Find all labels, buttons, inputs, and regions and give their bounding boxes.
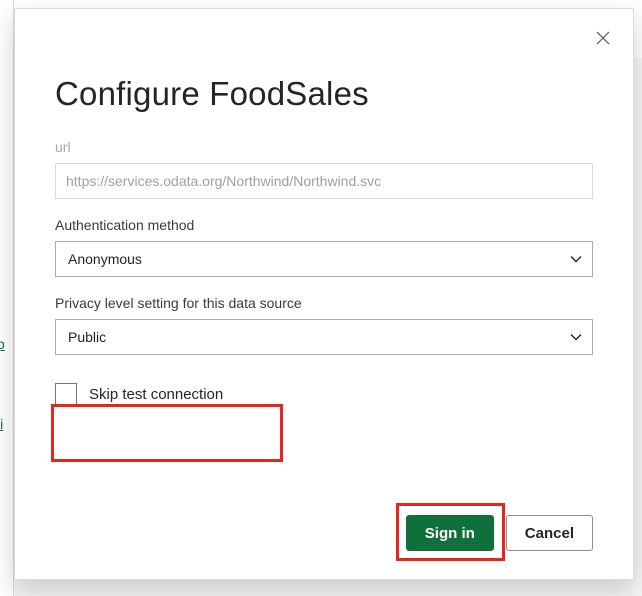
highlight-skip-test — [51, 404, 283, 462]
dialog-button-row: Sign in Cancel — [406, 515, 593, 551]
close-icon — [596, 31, 610, 45]
url-label: url — [55, 139, 593, 155]
skip-test-row: Skip test connection — [55, 383, 593, 405]
dialog-title: Configure FoodSales — [55, 75, 593, 113]
privacy-label: Privacy level setting for this data sour… — [55, 295, 593, 311]
cancel-button[interactable]: Cancel — [506, 515, 593, 551]
skip-test-checkbox[interactable] — [55, 383, 77, 405]
url-field: url — [55, 139, 593, 199]
auth-select-value: Anonymous — [68, 251, 142, 267]
signin-button[interactable]: Sign in — [406, 515, 494, 551]
auth-select[interactable]: Anonymous — [55, 241, 593, 277]
background-link-fragment: p — [0, 336, 5, 352]
privacy-select[interactable]: Public — [55, 319, 593, 355]
auth-field: Authentication method Anonymous — [55, 217, 593, 277]
privacy-select-value: Public — [68, 329, 106, 345]
close-button[interactable] — [591, 27, 615, 51]
chevron-down-icon — [570, 253, 582, 265]
auth-label: Authentication method — [55, 217, 593, 233]
url-input[interactable] — [55, 163, 593, 199]
background-left-strip — [0, 0, 14, 596]
chevron-down-icon — [570, 331, 582, 343]
skip-test-label: Skip test connection — [89, 386, 223, 403]
configure-dialog: Configure FoodSales url Authentication m… — [14, 8, 634, 580]
background-link-fragment: li — [0, 416, 3, 432]
privacy-field: Privacy level setting for this data sour… — [55, 295, 593, 355]
